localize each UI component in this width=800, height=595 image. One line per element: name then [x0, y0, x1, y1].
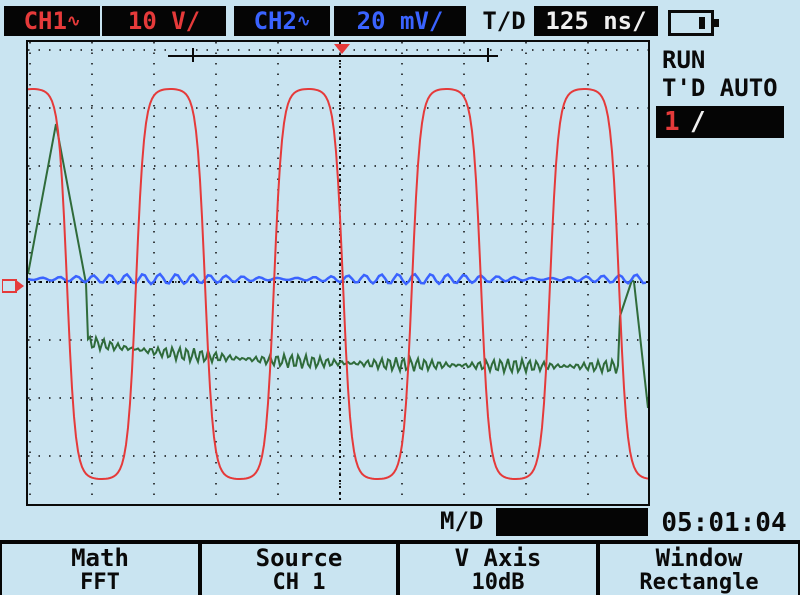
softkey-math-value: FFT [80, 570, 120, 595]
waveform-display[interactable] [26, 40, 650, 506]
battery-icon [668, 10, 719, 36]
softkey-window-title: Window [655, 544, 743, 572]
ch1-trace [28, 88, 648, 480]
ch2-tag-text: CH2 [253, 7, 297, 35]
ch1-channel-tag[interactable]: CH1∿ [4, 6, 100, 36]
ch1-tag-text: CH1 [23, 7, 67, 35]
softkey-v-axis-value: 10dB [471, 570, 525, 595]
softkey-menu: Math FFT Source CH 1 V Axis 10dB Window … [0, 540, 800, 595]
trigger-mode: T'D AUTO [662, 74, 778, 102]
ch2-coupling-icon: ∿ [296, 11, 311, 30]
ch2-volts-per-div[interactable]: 20 mV/ [334, 6, 466, 36]
rising-edge-icon: / [690, 107, 706, 137]
clock: 05:01:04 [661, 508, 787, 538]
top-status-bar: CH1∿ 10 V/ CH2∿ 20 mV/ T/D 125 ns/ [0, 0, 800, 40]
graticule-grid [28, 42, 648, 504]
trigger-source: 1 [664, 107, 680, 137]
softkey-v-axis-title: V Axis [454, 544, 542, 572]
softkey-source-value: CH 1 [272, 570, 326, 595]
waveform-canvas [28, 42, 648, 504]
trigger-position-marker-icon [334, 44, 350, 54]
ch2-channel-tag[interactable]: CH2∿ [234, 6, 330, 36]
ch1-volts-per-div[interactable]: 10 V/ [102, 6, 226, 36]
trigger-source-box[interactable]: 1 / [656, 106, 784, 138]
timebase-value[interactable]: 125 ns/ [534, 6, 658, 36]
softkey-v-axis[interactable]: V Axis 10dB [400, 544, 596, 595]
run-state: RUN [662, 46, 706, 74]
softkey-window[interactable]: Window Rectangle [600, 544, 798, 595]
ground-level-marker-icon [2, 279, 24, 293]
softkey-window-value: Rectangle [639, 570, 759, 595]
md-value [496, 508, 648, 536]
softkey-math[interactable]: Math FFT [2, 544, 198, 595]
ch1-coupling-icon: ∿ [66, 11, 81, 30]
md-label: M/D [440, 507, 484, 535]
softkey-source-title: Source [255, 544, 343, 572]
softkey-math-title: Math [71, 544, 129, 572]
timebase-label: T/D [482, 7, 526, 35]
softkey-source[interactable]: Source CH 1 [202, 544, 396, 595]
